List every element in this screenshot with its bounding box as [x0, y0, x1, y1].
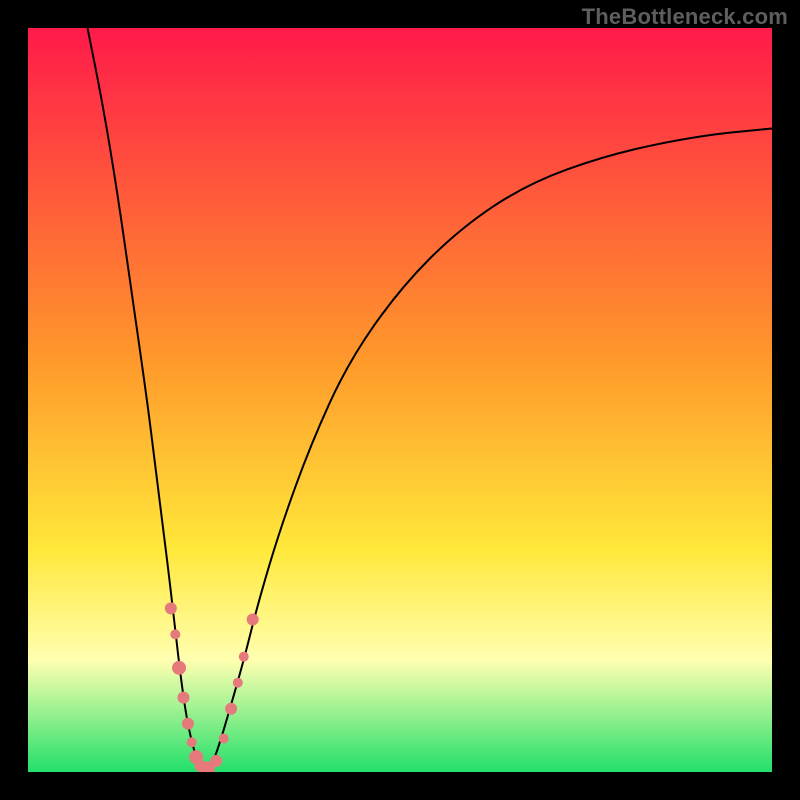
data-marker	[210, 755, 222, 767]
data-marker	[233, 678, 243, 688]
chart-frame: TheBottleneck.com	[0, 0, 800, 800]
data-marker	[177, 692, 189, 704]
chart-svg	[28, 28, 772, 772]
data-marker	[247, 613, 259, 625]
data-marker	[170, 629, 180, 639]
data-marker	[187, 737, 197, 747]
right-curve	[210, 128, 772, 768]
chart-plot-area	[28, 28, 772, 772]
data-marker	[225, 703, 237, 715]
data-marker	[219, 734, 229, 744]
data-marker	[172, 661, 186, 675]
data-marker	[239, 652, 249, 662]
marker-group	[165, 602, 259, 772]
left-curve	[88, 28, 202, 768]
watermark-text: TheBottleneck.com	[582, 4, 788, 30]
data-marker	[165, 602, 177, 614]
data-marker	[182, 718, 194, 730]
